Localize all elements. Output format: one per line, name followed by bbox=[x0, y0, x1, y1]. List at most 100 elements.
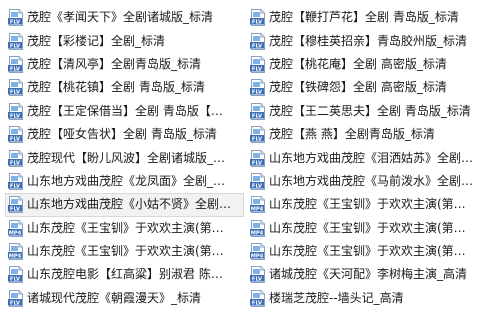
flv-file-icon: FLV bbox=[8, 32, 24, 50]
svg-text:FLV: FLV bbox=[252, 160, 262, 166]
svg-text:FLV: FLV bbox=[10, 43, 20, 49]
file-item[interactable]: FLV 茂腔【燕 燕】全剧青岛版_标清 bbox=[247, 123, 486, 146]
file-item[interactable]: FLV 山东地方戏曲茂腔《龙凤面》全剧_… bbox=[5, 170, 244, 193]
file-item[interactable]: FLV 茂腔【鞭打芦花】全剧 青岛版_标清 bbox=[247, 6, 486, 29]
file-item[interactable]: FLV 茂腔【王定保借当】全剧 青岛版【… bbox=[5, 100, 244, 123]
file-item[interactable]: FLV 茂腔【王二英思夫】全剧 青岛版_标清 bbox=[247, 100, 486, 123]
file-name: 楼瑞芝茂腔--墙头记_高清 bbox=[269, 290, 404, 305]
file-list: FLV 茂腔《孝闻天下》全剧诸城版_标清 FLV 茂腔【鞭打芦花】全剧 青岛版_标清 F… bbox=[0, 6, 489, 310]
flv-file-icon: FLV bbox=[250, 102, 266, 120]
file-item[interactable]: FLV 茂腔【桃花镇】全剧 青岛版_标清 bbox=[5, 76, 244, 99]
file-name: 茂腔【哑女告状】全剧 青岛版_标清 bbox=[27, 127, 217, 142]
svg-text:FLV: FLV bbox=[252, 19, 262, 25]
svg-text:FLV: FLV bbox=[10, 90, 20, 96]
svg-text:FLV: FLV bbox=[10, 113, 20, 119]
file-name: 山东茂腔《王宝钏》于欢欢主演(第… bbox=[269, 244, 466, 259]
svg-text:MP4: MP4 bbox=[251, 230, 264, 236]
svg-text:MP4: MP4 bbox=[251, 253, 264, 259]
svg-text:FLV: FLV bbox=[10, 19, 20, 25]
file-item[interactable]: FLV 茂腔《孝闻天下》全剧诸城版_标清 bbox=[5, 6, 244, 29]
file-name: 茂腔【清风亭】全剧青岛版_标清 bbox=[27, 56, 202, 71]
svg-text:FLV: FLV bbox=[252, 300, 262, 306]
file-item[interactable]: FLV 诸城茂腔《天河配》李树梅主演_高清 bbox=[247, 263, 486, 286]
mp4-file-icon: MP4 bbox=[8, 219, 24, 237]
flv-file-icon: FLV bbox=[250, 79, 266, 97]
file-name: 茂腔现代【盼儿风波】全剧诸城版_… bbox=[27, 150, 226, 165]
svg-text:FLV: FLV bbox=[252, 136, 262, 142]
flv-file-icon: FLV bbox=[250, 32, 266, 50]
file-name: 茂腔【桃花镇】全剧 青岛版_标清 bbox=[27, 80, 205, 95]
svg-text:FLV: FLV bbox=[10, 136, 20, 142]
svg-text:FLV: FLV bbox=[252, 113, 262, 119]
file-item[interactable]: MP4 山东茂腔《王宝钏》于欢欢主演(第… bbox=[247, 193, 486, 216]
file-name: 山东地方戏曲茂腔《马前泼水》全剧… bbox=[269, 173, 474, 188]
file-item[interactable]: FLV 茂腔【桃花庵】全剧 高密版_标清 bbox=[247, 53, 486, 76]
file-item[interactable]: MP4 山东茂腔《王宝钏》于欢欢主演(第… bbox=[5, 217, 244, 240]
file-name: 茂腔《孝闻天下》全剧诸城版_标清 bbox=[27, 10, 214, 25]
svg-text:FLV: FLV bbox=[10, 160, 20, 166]
svg-text:MP4: MP4 bbox=[251, 207, 264, 213]
file-item[interactable]: FLV 茂腔现代【盼儿风波】全剧诸城版_… bbox=[5, 146, 244, 169]
flv-file-icon: FLV bbox=[8, 126, 24, 144]
file-item[interactable]: FLV 楼瑞芝茂腔--墙头记_高清 bbox=[247, 287, 486, 310]
flv-file-icon: FLV bbox=[8, 196, 24, 214]
mp4-file-icon: MP4 bbox=[250, 196, 266, 214]
file-name: 茂腔【桃花庵】全剧 高密版_标清 bbox=[269, 56, 447, 71]
flv-file-icon: FLV bbox=[8, 149, 24, 167]
mp4-file-icon: MP4 bbox=[8, 243, 24, 261]
flv-file-icon: FLV bbox=[250, 126, 266, 144]
file-name: 茂腔【铁碑怨】全剧 高密版_标清 bbox=[269, 80, 447, 95]
file-name: 山东地方戏曲茂腔《龙凤面》全剧_… bbox=[27, 173, 226, 188]
file-item[interactable]: FLV 山东地方戏曲茂腔《小姑不贤》全剧… bbox=[5, 193, 244, 217]
flv-file-icon: FLV bbox=[250, 55, 266, 73]
file-name: 山东茂腔《王宝钏》于欢欢主演(第… bbox=[269, 197, 466, 212]
svg-text:FLV: FLV bbox=[10, 66, 20, 72]
flv-file-icon: FLV bbox=[8, 102, 24, 120]
file-item[interactable]: FLV 山东茂腔电影【红高粱】别淑君 陈… bbox=[5, 263, 244, 286]
file-name: 诸城现代茂腔《朝霞漫天》_标清 bbox=[27, 290, 202, 305]
svg-text:FLV: FLV bbox=[252, 90, 262, 96]
svg-text:MP4: MP4 bbox=[9, 230, 22, 236]
svg-text:FLV: FLV bbox=[252, 66, 262, 72]
file-name: 山东茂腔电影【红高粱】别淑君 陈… bbox=[27, 267, 223, 282]
svg-text:FLV: FLV bbox=[252, 277, 262, 283]
flv-file-icon: FLV bbox=[8, 79, 24, 97]
file-item[interactable]: FLV 山东地方戏曲茂腔《马前泼水》全剧… bbox=[247, 170, 486, 193]
flv-file-icon: FLV bbox=[250, 266, 266, 284]
file-name: 茂腔【穆桂英招亲】青岛胶州版_标清 bbox=[269, 33, 468, 48]
file-item[interactable]: FLV 山东地方戏曲茂腔《泪洒姑苏》全剧… bbox=[247, 146, 486, 169]
file-item[interactable]: MP4 山东茂腔《王宝钏》于欢欢主演(第… bbox=[247, 240, 486, 263]
svg-text:FLV: FLV bbox=[252, 183, 262, 189]
flv-file-icon: FLV bbox=[250, 289, 266, 307]
flv-file-icon: FLV bbox=[8, 172, 24, 190]
file-name: 诸城茂腔《天河配》李树梅主演_高清 bbox=[269, 267, 468, 282]
flv-file-icon: FLV bbox=[250, 9, 266, 27]
flv-file-icon: FLV bbox=[8, 289, 24, 307]
file-item[interactable]: MP4 山东茂腔《王宝钏》于欢欢主演(第… bbox=[5, 240, 244, 263]
flv-file-icon: FLV bbox=[8, 266, 24, 284]
file-item[interactable]: MP4 山东茂腔《王宝钏》于欢欢主演(第… bbox=[247, 217, 486, 240]
svg-text:FLV: FLV bbox=[10, 183, 20, 189]
file-item[interactable]: FLV 诸城现代茂腔《朝霞漫天》_标清 bbox=[5, 287, 244, 310]
file-item[interactable]: FLV 茂腔【穆桂英招亲】青岛胶州版_标清 bbox=[247, 29, 486, 52]
file-name: 茂腔【王二英思夫】全剧 青岛版_标清 bbox=[269, 103, 471, 118]
file-name: 山东地方戏曲茂腔《小姑不贤》全剧… bbox=[27, 197, 232, 212]
file-item[interactable]: FLV 茂腔【哑女告状】全剧 青岛版_标清 bbox=[5, 123, 244, 146]
flv-file-icon: FLV bbox=[8, 55, 24, 73]
file-item[interactable]: FLV 茂腔【铁碑怨】全剧 高密版_标清 bbox=[247, 76, 486, 99]
file-name: 茂腔【鞭打芦花】全剧 青岛版_标清 bbox=[269, 10, 459, 25]
svg-text:FLV: FLV bbox=[10, 277, 20, 283]
file-name: 茂腔【彩楼记】全剧_标清 bbox=[27, 33, 166, 48]
file-name: 茂腔【王定保借当】全剧 青岛版【… bbox=[27, 103, 223, 118]
file-item[interactable]: FLV 茂腔【清风亭】全剧青岛版_标清 bbox=[5, 53, 244, 76]
svg-text:FLV: FLV bbox=[10, 207, 20, 213]
file-name: 山东茂腔《王宝钏》于欢欢主演(第… bbox=[269, 220, 466, 235]
flv-file-icon: FLV bbox=[250, 172, 266, 190]
svg-text:FLV: FLV bbox=[10, 300, 20, 306]
flv-file-icon: FLV bbox=[250, 149, 266, 167]
flv-file-icon: FLV bbox=[8, 9, 24, 27]
file-name: 山东地方戏曲茂腔《泪洒姑苏》全剧… bbox=[269, 150, 474, 165]
file-item[interactable]: FLV 茂腔【彩楼记】全剧_标清 bbox=[5, 29, 244, 52]
svg-text:MP4: MP4 bbox=[9, 253, 22, 259]
file-name: 茂腔【燕 燕】全剧青岛版_标清 bbox=[269, 127, 435, 142]
